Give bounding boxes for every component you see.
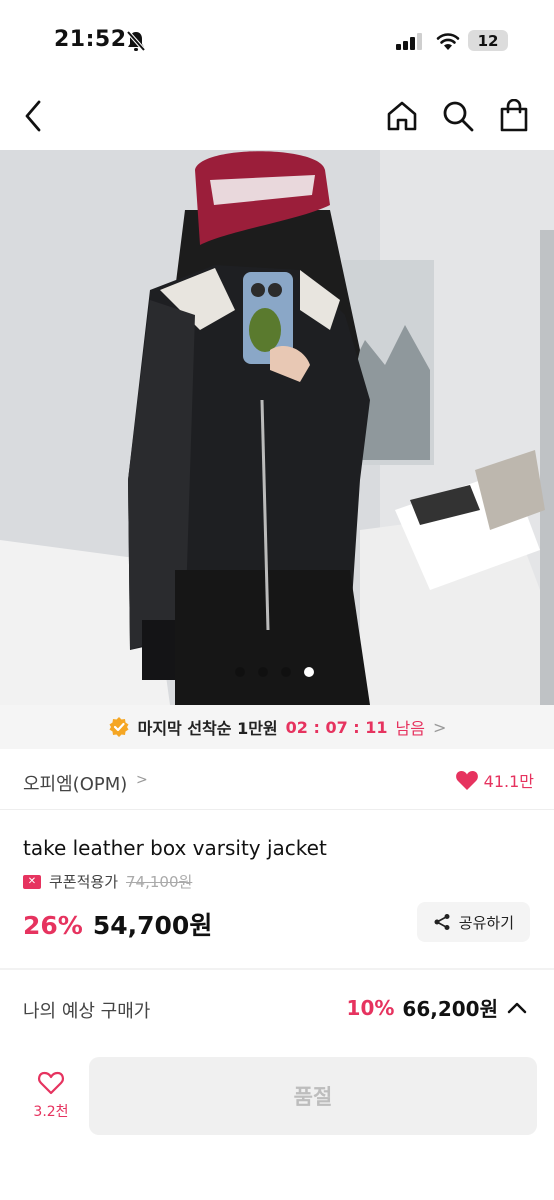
sold-out-button[interactable]: 품절 [89,1057,537,1135]
home-button[interactable] [382,96,422,136]
timer-banner[interactable]: 마지막 선착순 1만원 02 : 07 : 11 남음 > [0,705,554,749]
brand-row[interactable]: 오피엠(OPM) > 41.1만 [0,752,554,810]
gallery-dot-active[interactable] [304,667,314,677]
status-time: 21:52 [54,27,127,52]
status-bar: 21:52 12 [0,0,554,80]
product-title: take leather box varsity jacket [23,836,327,860]
check-badge-icon [109,717,129,737]
wishlist-button[interactable]: 3.2천 [22,1070,80,1121]
brand-like-button[interactable]: 41.1만 [455,768,534,792]
timer-suffix: 남음 [395,719,425,738]
gallery-dot[interactable] [258,667,268,677]
coupon-row: ✕ 쿠폰적용가 74,100원 [23,871,192,892]
chevron-left-icon [25,100,41,132]
heart-outline-icon [38,1071,64,1095]
signal-icon [396,33,422,50]
gallery-dot[interactable] [281,667,291,677]
gallery-dot[interactable] [235,667,245,677]
battery-level: 12 [477,31,499,50]
chevron-right-icon: > [136,772,148,788]
shopping-bag-icon [500,99,528,132]
brand-name[interactable]: 오피엠(OPM) [23,770,127,796]
wifi-icon [436,33,460,50]
coupon-icon: ✕ [23,874,41,889]
home-icon [387,101,417,131]
sale-price: 54,700원 [92,911,213,940]
estimate-price: 66,200원 [402,997,498,1021]
estimate-discount: 10% [346,995,395,1020]
wishlist-count: 3.2천 [33,1104,69,1120]
original-price: 74,100원 [126,873,193,891]
brand-like-count: 41.1만 [483,772,534,791]
timer-label: 마지막 선착순 1만원 [137,719,278,738]
battery-icon: 12 [468,30,508,51]
product-image[interactable] [0,150,554,705]
price-row: 26% 54,700원 [23,906,212,942]
product-photo [0,150,554,705]
estimate-row[interactable]: 나의 예상 구매가 10% 66,200원 [0,986,554,1030]
top-nav [0,84,554,150]
coupon-label: 쿠폰적용가 [49,873,119,891]
estimate-values[interactable]: 10% 66,200원 [347,993,528,1022]
heart-filled-icon [455,771,478,790]
share-icon [434,914,450,930]
share-label: 공유하기 [458,913,514,932]
gallery-dots [235,667,314,679]
section-divider [0,968,554,970]
estimate-label: 나의 예상 구매가 [23,1001,151,1022]
discount-rate: 26% [23,911,83,940]
timer-countdown: 02 : 07 : 11 [285,717,388,737]
cart-button[interactable] [494,96,534,136]
chevron-up-icon[interactable] [506,1001,528,1015]
share-button[interactable]: 공유하기 [416,902,530,942]
chevron-right-icon: > [432,717,447,737]
bell-off-icon [126,30,146,52]
search-button[interactable] [438,96,478,136]
back-button[interactable] [14,96,54,136]
search-icon [443,101,474,132]
